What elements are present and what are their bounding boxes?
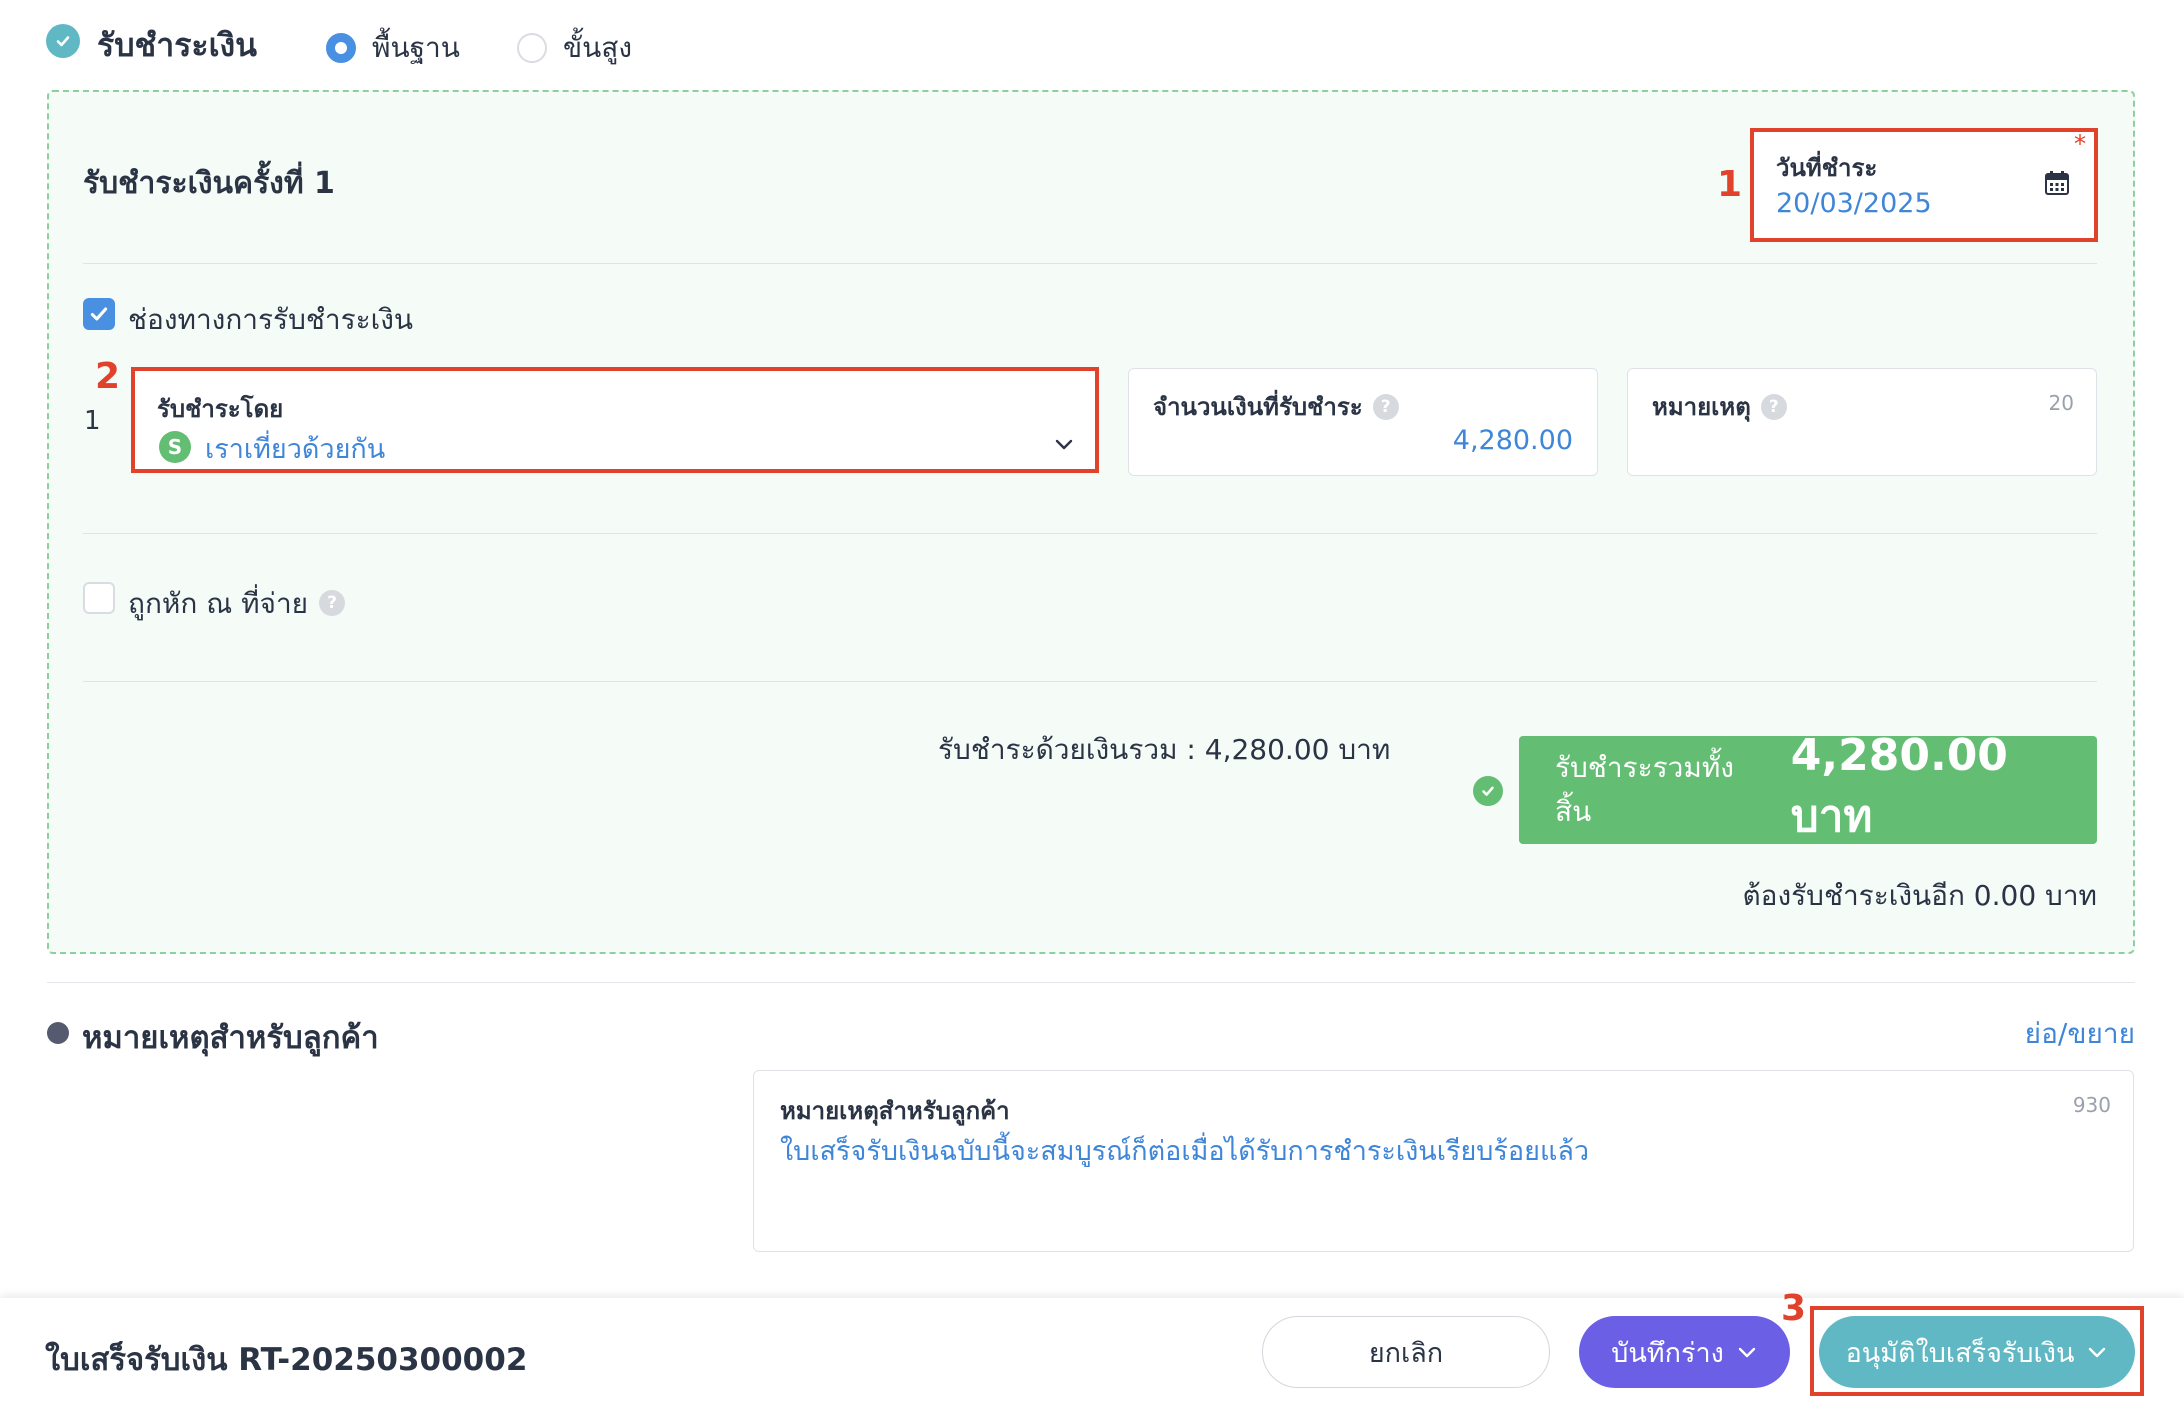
payment-date-field[interactable]: วันที่ชำระ * 20/03/2025	[1750, 128, 2098, 242]
account-avatar: S	[159, 431, 191, 463]
required-mark: *	[2074, 130, 2086, 158]
mode-basic-radio[interactable]: พื้นฐาน	[326, 26, 460, 70]
mode-basic-label: พื้นฐาน	[372, 31, 460, 64]
received-by-select[interactable]: รับชำระโดย S เราเที่ยวด้วยกัน	[131, 367, 1099, 473]
received-by-label: รับชำระโดย	[157, 395, 284, 423]
note-label: หมายเหตุ	[1652, 393, 1751, 421]
row-index: 1	[84, 406, 101, 436]
radio-selected-icon	[326, 33, 356, 63]
customer-note-label: หมายเหตุสำหรับลูกค้า	[780, 1097, 1010, 1125]
customer-note-counter: 930	[2072, 1093, 2111, 1117]
save-draft-button[interactable]: บันทึกร่าง	[1579, 1316, 1790, 1388]
annotation-marker-1: 1	[1717, 164, 1743, 205]
sum-text: รับชำระด้วยเงินรวม : 4,280.00 บาท	[938, 733, 1391, 766]
collapse-expand-link[interactable]: ย่อ/ขยาย	[2025, 1012, 2135, 1056]
total-paid-banner: รับชำระรวมทั้งสิ้น 4,280.00 บาท	[1519, 730, 2097, 844]
check-circle-icon	[1473, 776, 1503, 806]
amount-label: จำนวนเงินที่รับชำระ	[1153, 393, 1363, 421]
radio-unselected-icon	[517, 33, 547, 63]
payment-date-value: 20/03/2025	[1776, 188, 1932, 219]
payment-date-label: วันที่ชำระ	[1776, 154, 1878, 182]
amount-field[interactable]: จำนวนเงินที่รับชำระ ? 4,280.00	[1128, 368, 1598, 476]
note-field[interactable]: หมายเหตุ ? 20	[1627, 368, 2097, 476]
save-draft-label: บันทึกร่าง	[1611, 1337, 1724, 1369]
withholding-label: ถูกหัก ณ ที่จ่าย	[128, 587, 309, 620]
calendar-icon[interactable]	[2044, 170, 2070, 196]
total-label: รับชำระรวมทั้งสิ้น	[1555, 751, 1734, 828]
divider	[47, 982, 2135, 983]
channel-label: ช่องทางการรับชำระเงิน	[128, 303, 414, 336]
amount-value: 4,280.00	[1452, 425, 1573, 456]
customer-note-value: ใบเสร็จรับเงินฉบับนี้จะสมบูรณ์ก็ต่อเมื่อ…	[780, 1136, 1590, 1167]
channel-checkbox[interactable]	[83, 298, 115, 330]
total-value: 4,280.00 บาท	[1790, 729, 2008, 842]
approve-receipt-button[interactable]: อนุมัติใบเสร็จรับเงิน	[1819, 1316, 2135, 1388]
received-by-value: เราเที่ยวด้วยกัน	[205, 434, 386, 465]
divider	[83, 681, 2097, 682]
chevron-down-icon	[2089, 1347, 2106, 1358]
divider	[83, 263, 2097, 264]
document-title: ใบเสร็จรับเงิน RT-20250300002	[45, 1342, 528, 1378]
mode-advanced-label: ขั้นสูง	[563, 31, 633, 64]
help-icon[interactable]: ?	[1372, 393, 1399, 420]
chevron-down-icon[interactable]	[1053, 433, 1075, 455]
annotation-marker-2: 2	[95, 356, 121, 397]
annotation-marker-3: 3	[1781, 1288, 1807, 1329]
bullet-icon	[47, 1022, 69, 1044]
help-icon[interactable]: ?	[319, 590, 345, 616]
chevron-down-icon	[1738, 1347, 1755, 1358]
mode-advanced-radio[interactable]: ขั้นสูง	[517, 26, 632, 70]
withholding-checkbox[interactable]	[83, 582, 115, 614]
section-check-icon[interactable]	[46, 24, 80, 58]
cancel-button[interactable]: ยกเลิก	[1262, 1316, 1550, 1388]
payment-round-title: รับชำระเงินครั้งที่ 1	[83, 166, 335, 201]
approve-label: อนุมัติใบเสร็จรับเงิน	[1845, 1337, 2075, 1369]
help-icon[interactable]: ?	[1760, 393, 1787, 420]
remaining-text: ต้องรับชำระเงินอีก 0.00 บาท	[1742, 879, 2097, 912]
note-counter: 20	[2048, 391, 2074, 415]
customer-note-textarea[interactable]: หมายเหตุสำหรับลูกค้า 930 ใบเสร็จรับเงินฉ…	[753, 1070, 2134, 1252]
customer-note-title: หมายเหตุสำหรับลูกค้า	[82, 1020, 379, 1056]
divider	[83, 533, 2097, 534]
section-title: รับชำระเงิน	[97, 26, 257, 64]
